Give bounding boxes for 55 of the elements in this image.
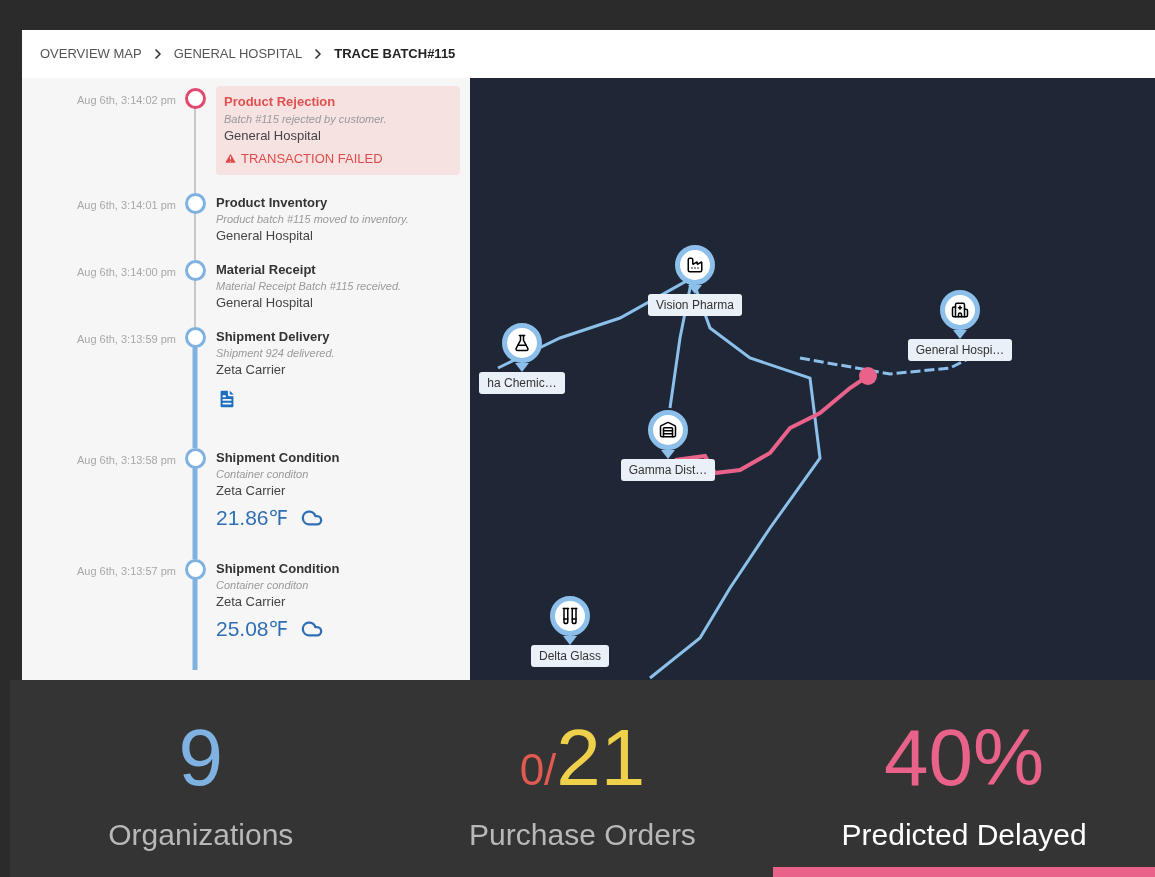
- factory-icon: [686, 256, 704, 274]
- hospital-icon: [951, 301, 969, 319]
- stat-label: Organizations: [108, 817, 294, 853]
- flask-icon: [513, 334, 531, 352]
- map-label: Vision Pharma: [648, 294, 742, 316]
- stat-number: 40%: [884, 718, 1045, 798]
- test-tubes-icon: [561, 607, 579, 625]
- event-organization: General Hospital: [216, 227, 314, 245]
- event-time: Aug 6th, 3:13:59 pm: [75, 331, 177, 347]
- event-time: Aug 6th, 3:13:58 pm: [75, 452, 177, 468]
- stat-number: 9: [178, 718, 224, 798]
- event-title: Shipment Condition: [216, 559, 341, 578]
- map-label: Delta Glass: [531, 645, 609, 667]
- map-label: General Hospi…: [907, 339, 1013, 361]
- map-view[interactable]: Vision Pharma ha Chemic… Gamma Dist… General Hospi… Delta Glass: [470, 78, 1155, 680]
- location-dot: [859, 367, 877, 385]
- event-organization: Zeta Carrier: [216, 593, 287, 611]
- event-title: Shipment Condition: [216, 448, 341, 467]
- temperature-reading: 25.08℉: [216, 615, 287, 642]
- alert-text: TRANSACTION FAILED: [241, 150, 383, 168]
- map-label: Gamma Dist…: [620, 459, 716, 481]
- event-organization: Zeta Carrier: [216, 361, 287, 379]
- map-pin[interactable]: [550, 596, 590, 645]
- event-title: Product Rejection: [224, 93, 337, 111]
- event-title: Shipment Delivery: [216, 327, 331, 346]
- event-time: Aug 6th, 3:14:00 pm: [75, 264, 177, 280]
- warehouse-icon: [659, 421, 677, 439]
- event-time: Aug 6th, 3:14:02 pm: [75, 93, 177, 108]
- event-description: Shipment 924 delivered.: [216, 346, 336, 360]
- event-description: Container conditon: [216, 578, 310, 592]
- warning-icon: [224, 152, 237, 166]
- temperature-reading: 21.86℉: [216, 504, 287, 531]
- event-description: Batch #115 rejected by customer.: [224, 111, 388, 126]
- event-organization: General Hospital: [216, 294, 314, 312]
- event-description: Container conditon: [216, 467, 310, 481]
- event-title: Product Inventory: [216, 193, 329, 212]
- event-description: Product batch #115 moved to inventory.: [216, 212, 410, 226]
- map-pin[interactable]: [502, 323, 542, 372]
- breadcrumb-link[interactable]: TRACE BATCH#115: [334, 44, 456, 64]
- event-time: Aug 6th, 3:13:57 pm: [75, 563, 177, 579]
- map-pin[interactable]: [675, 245, 715, 294]
- event-organization: Zeta Carrier: [216, 482, 287, 500]
- breadcrumb-link[interactable]: GENERAL HOSPITAL: [173, 44, 303, 64]
- stat-prefix: 0/: [519, 748, 557, 792]
- event-title: Material Receipt: [216, 260, 317, 279]
- event-organization: General Hospital: [224, 126, 322, 145]
- stat-label: Predicted Delayed: [841, 817, 1087, 853]
- stat-number: 21: [556, 718, 646, 798]
- map-pin[interactable]: [940, 290, 980, 339]
- breadcrumb-link[interactable]: OVERVIEW MAP: [40, 44, 142, 64]
- event-description: Material Receipt Batch #115 received.: [216, 279, 403, 293]
- map-pin[interactable]: [648, 410, 688, 459]
- event-time: Aug 6th, 3:14:01 pm: [75, 197, 177, 213]
- map-label: ha Chemic…: [479, 372, 565, 394]
- stat-label: Purchase Orders: [469, 817, 696, 853]
